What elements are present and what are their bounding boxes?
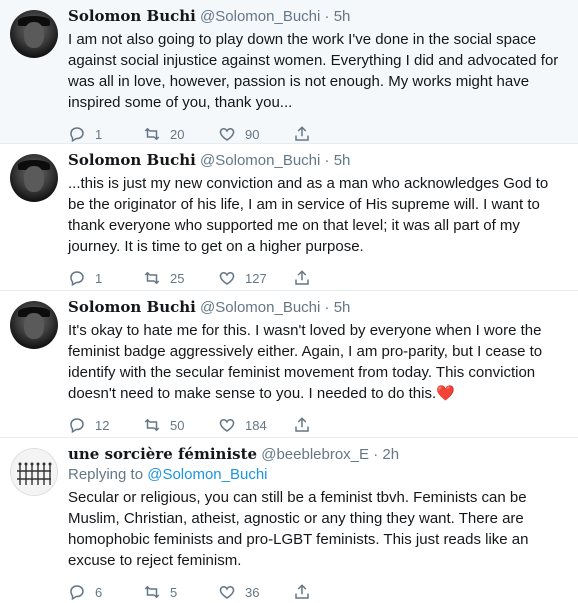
separator-dot: · [324, 152, 330, 169]
retweet-button[interactable]: 25 [143, 269, 218, 287]
reply-count: 6 [95, 584, 103, 600]
heart-icon [219, 271, 235, 285]
tweet[interactable]: Solomon Buchi @Solomon_Buchi · 5h I am n… [0, 0, 578, 144]
reply-button[interactable]: 12 [68, 416, 143, 434]
tweet-text: I am not also going to play down the wor… [68, 31, 559, 111]
share-button[interactable] [293, 269, 368, 287]
retweet-icon [144, 271, 160, 285]
tweet[interactable]: Solomon Buchi @Solomon_Buchi · 5h ...thi… [0, 144, 578, 291]
avatar[interactable] [10, 301, 58, 349]
fence-image [17, 462, 52, 485]
user-handle[interactable]: @beeblebrox_E [261, 446, 369, 463]
display-name[interactable]: Solomon Buchi [68, 7, 196, 25]
heart-icon [219, 127, 235, 141]
like-count: 127 [245, 270, 267, 286]
heart-icon [219, 585, 235, 599]
avatar[interactable] [10, 154, 58, 202]
share-icon [295, 126, 309, 141]
reply-button[interactable]: 1 [68, 269, 143, 287]
tweet-text: It's okay to hate me for this. I wasn't … [68, 320, 568, 404]
retweet-count: 25 [170, 270, 185, 286]
share-icon [295, 584, 309, 599]
replying-to: Replying to @Solomon_Buchi [68, 465, 568, 485]
share-button[interactable] [293, 583, 368, 601]
display-name[interactable]: une sorcière féministe [68, 445, 257, 463]
tweet-text: ...this is just my new conviction and as… [68, 175, 549, 255]
avatar[interactable] [10, 448, 58, 496]
tweet-text-body: It's okay to hate me for this. I wasn't … [68, 322, 543, 402]
heart-icon [219, 418, 235, 432]
tweet-header: Solomon Buchi @Solomon_Buchi · 5h [68, 297, 568, 318]
tweet-actions: 12 50 184 [68, 414, 568, 436]
timestamp[interactable]: 5h [334, 152, 351, 169]
tweet-actions: 1 20 90 [68, 123, 568, 145]
reply-icon [70, 127, 84, 143]
retweet-icon [144, 585, 160, 599]
retweet-button[interactable]: 5 [143, 583, 218, 601]
timestamp[interactable]: 5h [334, 299, 351, 316]
retweet-count: 5 [170, 584, 178, 600]
reply-icon [70, 271, 84, 287]
display-name[interactable]: Solomon Buchi [68, 151, 196, 169]
replying-to-link[interactable]: @Solomon_Buchi [147, 466, 267, 483]
retweet-count: 50 [170, 417, 185, 433]
like-button[interactable]: 184 [218, 416, 293, 434]
like-count: 184 [245, 417, 267, 433]
retweet-button[interactable]: 50 [143, 416, 218, 434]
retweet-count: 20 [170, 126, 185, 142]
separator-dot: · [324, 299, 330, 316]
share-icon [295, 270, 309, 285]
reply-button[interactable]: 6 [68, 583, 143, 601]
reply-icon [70, 418, 84, 434]
retweet-button[interactable]: 20 [143, 125, 218, 143]
like-button[interactable]: 127 [218, 269, 293, 287]
avatar[interactable] [10, 10, 58, 58]
tweet-header: Solomon Buchi @Solomon_Buchi · 5h [68, 6, 568, 27]
like-count: 36 [245, 584, 260, 600]
tweet-header: Solomon Buchi @Solomon_Buchi · 5h [68, 150, 568, 171]
retweet-icon [144, 418, 160, 432]
user-handle[interactable]: @Solomon_Buchi [200, 152, 320, 169]
user-handle[interactable]: @Solomon_Buchi [200, 8, 320, 25]
tweet-header: une sorcière féministe @beeblebrox_E · 2… [68, 444, 568, 465]
heart-emoji: ❤️ [436, 385, 455, 402]
share-icon [295, 417, 309, 432]
share-button[interactable] [293, 125, 368, 143]
reply-count: 1 [95, 270, 103, 286]
display-name[interactable]: Solomon Buchi [68, 298, 196, 316]
tweet-actions: 1 25 127 [68, 267, 568, 289]
reply-count: 1 [95, 126, 103, 142]
retweet-icon [144, 127, 160, 141]
separator-dot: · [324, 8, 330, 25]
share-button[interactable] [293, 416, 368, 434]
reply-count: 12 [95, 417, 110, 433]
like-button[interactable]: 90 [218, 125, 293, 143]
reply-button[interactable]: 1 [68, 125, 143, 143]
like-button[interactable]: 36 [218, 583, 293, 601]
tweet[interactable]: Solomon Buchi @Solomon_Buchi · 5h It's o… [0, 291, 578, 438]
tweet[interactable]: une sorcière féministe @beeblebrox_E · 2… [0, 438, 578, 601]
tweet-text: Secular or religious, you can still be a… [68, 489, 529, 569]
user-handle[interactable]: @Solomon_Buchi [200, 299, 320, 316]
replying-to-label: Replying to [68, 466, 144, 483]
timestamp[interactable]: 5h [334, 8, 351, 25]
separator-dot: · [373, 446, 379, 463]
like-count: 90 [245, 126, 260, 142]
tweet-actions: 6 5 36 [68, 581, 568, 603]
reply-icon [70, 585, 84, 601]
timestamp[interactable]: 2h [382, 446, 399, 463]
